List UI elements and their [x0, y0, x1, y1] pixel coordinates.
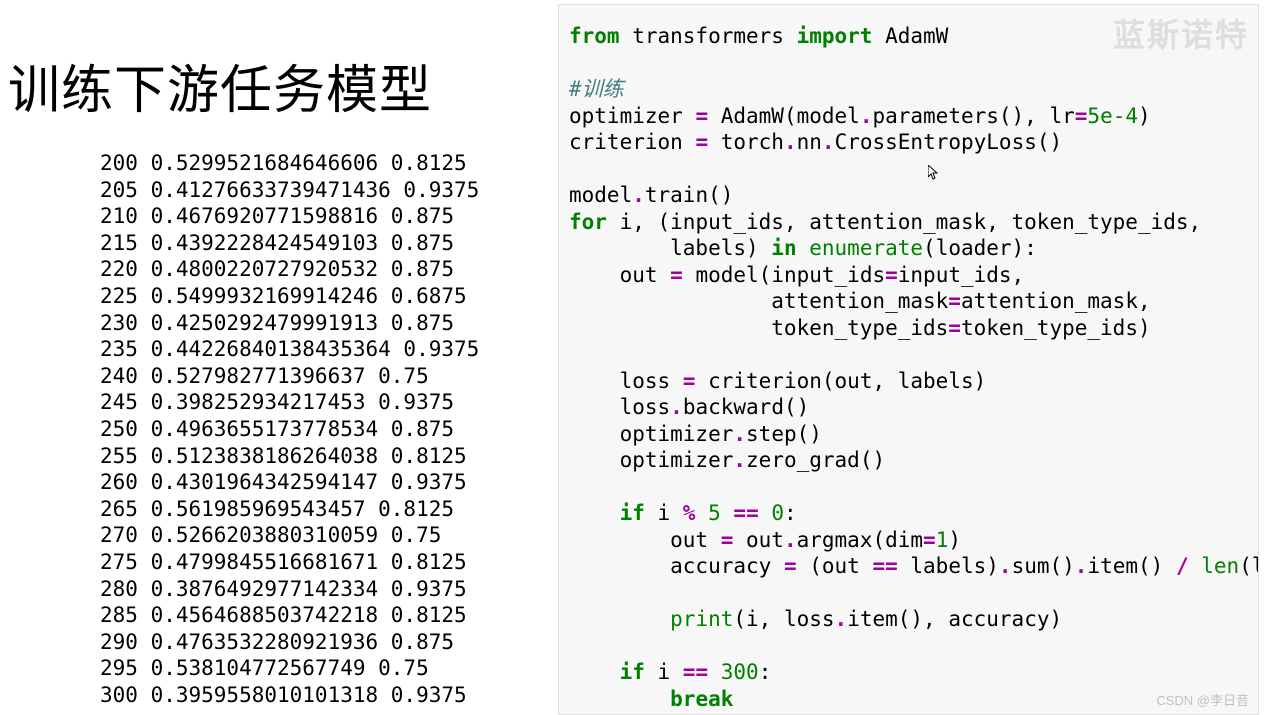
builtin-print: print — [670, 607, 733, 631]
comment-train: #训练 — [569, 77, 624, 101]
kw-if: if — [569, 660, 645, 684]
kw-if: if — [569, 501, 645, 525]
kw-import: import — [797, 24, 873, 48]
page-title: 训练下游任务模型 — [8, 48, 432, 123]
code-panel: from transformers import AdamW #训练 optim… — [558, 4, 1259, 715]
kw-break: break — [670, 687, 733, 711]
kw-in: in — [771, 236, 796, 260]
left-panel: 训练下游任务模型 200 0.5299521684646606 0.8125 2… — [0, 0, 558, 715]
training-log-output: 200 0.5299521684646606 0.8125 205 0.4127… — [100, 150, 479, 708]
code-block: from transformers import AdamW #训练 optim… — [569, 23, 1252, 712]
kw-for: for — [569, 210, 607, 234]
kw-from: from — [569, 24, 620, 48]
